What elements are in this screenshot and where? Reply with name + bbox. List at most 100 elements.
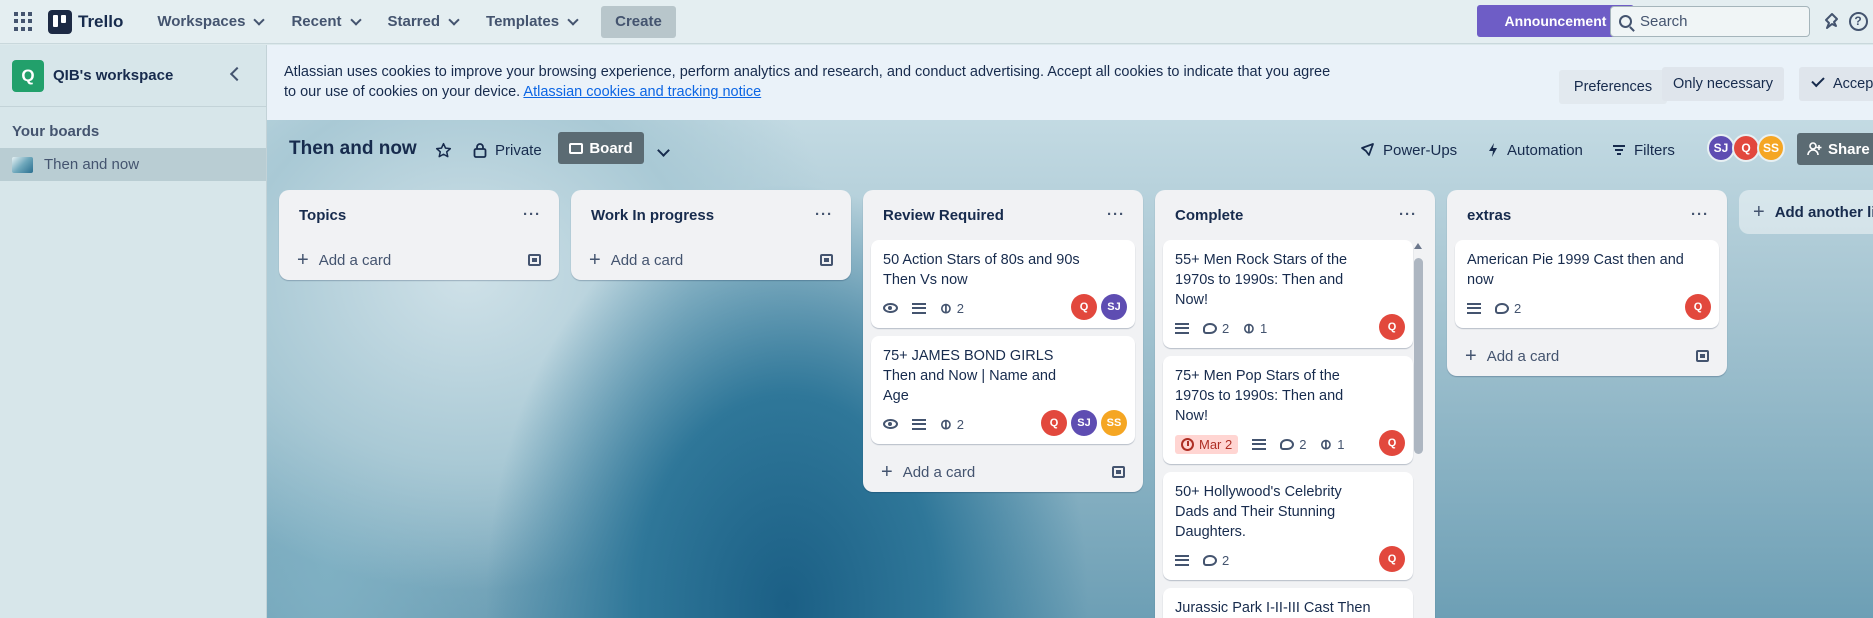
filter-icon (1613, 145, 1625, 155)
nav-recent[interactable]: Recent (277, 6, 373, 38)
list-header[interactable]: Topics ··· (279, 190, 559, 240)
card-members: Q (1379, 430, 1405, 456)
sidebar-board-label: Then and now (44, 156, 140, 173)
cookie-text-block: Atlassian uses cookies to improve your b… (284, 62, 1344, 102)
list-complete[interactable]: Complete ··· 55+ Men Rock Stars of the 19… (1155, 190, 1435, 618)
board-title[interactable]: Then and now (289, 138, 417, 160)
card-template-icon[interactable] (528, 254, 541, 266)
list-topics[interactable]: Topics ··· + Add a card (279, 190, 559, 280)
member-avatar[interactable]: SJ (1101, 294, 1127, 320)
member-avatar[interactable]: SJ (1707, 134, 1735, 162)
attachment-icon: ⊘ (1238, 317, 1259, 338)
list-title[interactable]: extras (1467, 207, 1511, 224)
member-avatar[interactable]: Q (1685, 294, 1711, 320)
list-title[interactable]: Topics (299, 207, 346, 224)
card-template-icon[interactable] (820, 254, 833, 266)
list-menu-icon[interactable]: ··· (1691, 206, 1709, 223)
rocket-icon (1361, 143, 1374, 156)
card-template-icon[interactable] (1112, 466, 1125, 478)
cookie-preferences-button[interactable]: Preferences (1559, 70, 1667, 104)
app-switcher-icon[interactable] (14, 11, 34, 32)
list-header[interactable]: Work In progress ··· (571, 190, 851, 240)
accept-cookies-button[interactable]: Accept (1799, 67, 1873, 101)
nav-templates[interactable]: Templates (472, 6, 591, 38)
card[interactable]: 55+ Men Rock Stars of the 1970s to 1990s… (1163, 240, 1413, 348)
list-scrollbar[interactable] (1414, 258, 1423, 454)
card[interactable]: 75+ JAMES BOND GIRLS Then and Now | Name… (871, 336, 1135, 444)
view-switcher-button[interactable] (657, 135, 670, 165)
member-avatar[interactable]: SJ (1071, 410, 1097, 436)
share-button[interactable]: Share (1797, 133, 1873, 165)
scroll-up-icon[interactable] (1414, 243, 1422, 249)
list-work-in-progress[interactable]: Work In progress ··· + Add a card (571, 190, 851, 280)
star-icon (435, 142, 452, 157)
power-ups-label: Power-Ups (1383, 141, 1458, 159)
sidebar-board-item[interactable]: Then and now (0, 148, 266, 181)
sidebar: Q QIB's workspace Your boards Then and n… (0, 45, 267, 618)
card[interactable]: American Pie 1999 Cast then and now 2 Q (1455, 240, 1719, 328)
list-review-required[interactable]: Review Required ··· 50 Action Stars of 80… (863, 190, 1143, 492)
attachment-count: 2 (956, 416, 964, 432)
cookie-notice-link[interactable]: Atlassian cookies and tracking notice (523, 84, 761, 100)
comment-count: 2 (1222, 552, 1230, 568)
card[interactable]: 50 Action Stars of 80s and 90s Then Vs n… (871, 240, 1135, 328)
add-card-button[interactable]: + Add a card (571, 240, 851, 280)
member-avatar[interactable]: SS (1757, 134, 1785, 162)
list-title[interactable]: Complete (1175, 207, 1243, 224)
member-avatar[interactable]: Q (1732, 134, 1760, 162)
add-list-button[interactable]: + Add another list (1739, 190, 1873, 234)
create-button[interactable]: Create (601, 5, 676, 38)
list-header[interactable]: Review Required ··· (863, 190, 1143, 240)
workspace-header[interactable]: Q QIB's workspace (0, 45, 266, 107)
search-input[interactable]: Search (1610, 6, 1810, 37)
add-card-button[interactable]: + Add a card (279, 240, 559, 280)
description-icon (1252, 438, 1267, 450)
attachment-icon: ⊘ (1316, 433, 1336, 454)
add-card-button[interactable]: + Add a card (1447, 336, 1727, 376)
list-title[interactable]: Work In progress (591, 207, 714, 224)
only-necessary-button[interactable]: Only necessary (1662, 67, 1784, 101)
list-title[interactable]: Review Required (883, 207, 1004, 224)
list-menu-icon[interactable]: ··· (1399, 206, 1417, 223)
list-header[interactable]: extras ··· (1447, 190, 1727, 240)
list-header[interactable]: Complete ··· (1155, 190, 1435, 240)
member-avatar[interactable]: Q (1379, 430, 1405, 456)
comments-badge: 2 (1203, 553, 1229, 568)
filters-button[interactable]: Filters (1612, 135, 1675, 165)
member-avatar[interactable]: Q (1071, 294, 1097, 320)
list-extras[interactable]: extras ··· American Pie 1999 Cast then an… (1447, 190, 1727, 376)
add-card-label: Add a card (610, 251, 684, 269)
attachment-count: 1 (1337, 436, 1345, 452)
notifications-icon[interactable] (1822, 11, 1842, 31)
nav-starred[interactable]: Starred (374, 6, 473, 38)
board-view-button[interactable]: Board (558, 132, 644, 164)
member-avatar[interactable]: Q (1379, 546, 1405, 572)
help-icon[interactable]: ? (1848, 11, 1868, 31)
add-person-icon (1807, 142, 1822, 156)
card-template-icon[interactable] (1696, 350, 1709, 362)
visibility-button[interactable]: Private (473, 135, 542, 165)
list-menu-icon[interactable]: ··· (1107, 206, 1125, 223)
member-avatar[interactable]: Q (1379, 314, 1405, 340)
card-title: American Pie 1999 Cast then and now (1467, 252, 1684, 288)
card-badges: 2 ⊘ 1 (1175, 316, 1401, 340)
list-menu-icon[interactable]: ··· (523, 206, 541, 223)
card[interactable]: 50+ Hollywood's Celebrity Dads and Their… (1163, 472, 1413, 580)
automation-button[interactable]: Automation (1487, 135, 1583, 165)
member-avatar[interactable]: Q (1041, 410, 1067, 436)
chevron-down-icon (448, 13, 460, 26)
filters-label: Filters (1634, 141, 1675, 159)
board-header: Then and now Private Board Power-Ups Aut… (267, 120, 1873, 178)
collapse-sidebar-icon[interactable] (229, 66, 245, 82)
card[interactable]: Jurassic Park I-II-III Cast Then (1163, 588, 1413, 618)
list-menu-icon[interactable]: ··· (815, 206, 833, 223)
card[interactable]: 75+ Men Pop Stars of the 1970s to 1990s:… (1163, 356, 1413, 464)
member-avatar[interactable]: SS (1101, 410, 1127, 436)
star-board-button[interactable] (435, 135, 452, 165)
due-date-badge[interactable]: Mar 2 (1175, 434, 1239, 454)
nav-workspaces[interactable]: Workspaces (143, 6, 277, 38)
power-ups-button[interactable]: Power-Ups (1359, 135, 1457, 165)
trello-logo[interactable]: Trello (48, 9, 123, 34)
add-card-button[interactable]: + Add a card (863, 452, 1143, 492)
watch-icon (883, 303, 898, 313)
